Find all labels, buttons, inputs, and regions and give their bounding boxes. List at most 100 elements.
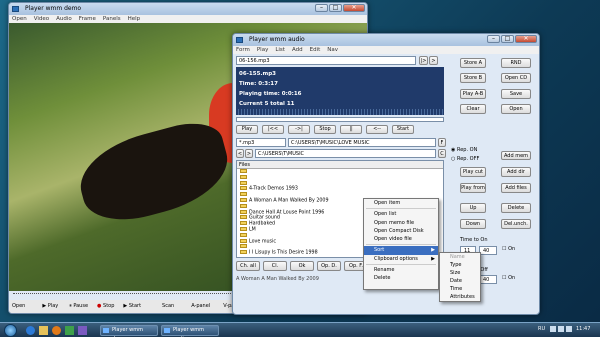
context-menu: Open item Open list Open memo file Open …: [363, 198, 439, 290]
filter-field[interactable]: *.mp3: [236, 138, 286, 147]
panel-button-up[interactable]: Up: [460, 203, 486, 213]
position-slider[interactable]: [236, 117, 444, 122]
add-mem-button[interactable]: Add mem: [501, 151, 531, 160]
close-button[interactable]: ✕: [515, 35, 537, 43]
menu-help[interactable]: Help: [128, 15, 141, 23]
menu-panels[interactable]: Panels: [103, 15, 121, 23]
panel-button-clear[interactable]: Clear: [460, 104, 486, 114]
open-button[interactable]: Open: [12, 300, 25, 313]
butterfly: [71, 114, 237, 232]
menu-video[interactable]: Video: [34, 15, 49, 23]
start-button[interactable]: ▶ Start: [123, 300, 141, 313]
panel-button-open[interactable]: Open: [501, 104, 531, 114]
panel-button-play-from[interactable]: Play from: [460, 183, 486, 193]
pause-button[interactable]: ||: [340, 125, 362, 134]
sort-time[interactable]: Time: [440, 285, 480, 293]
prev-track-button[interactable]: |<<: [262, 125, 284, 134]
dir-field[interactable]: C:\USERS\T\MUSIC: [255, 149, 436, 158]
minimize-button[interactable]: –: [315, 4, 328, 12]
rep-off-radio[interactable]: ○ Rep. OFF: [451, 156, 479, 162]
menu-edit[interactable]: Edit: [310, 46, 321, 54]
sort-type[interactable]: Type: [440, 261, 480, 269]
ctx-open-list[interactable]: Open list: [364, 210, 438, 218]
start-button[interactable]: Start: [392, 125, 414, 134]
menu-nav[interactable]: Nav: [327, 46, 338, 54]
maximize-button[interactable]: □: [329, 4, 342, 12]
time-off-minutes[interactable]: 40: [479, 275, 497, 284]
ctx-open-item[interactable]: Open item: [364, 199, 438, 207]
next-track-button[interactable]: ->|: [288, 125, 310, 134]
taskbar-player-demo[interactable]: Player wmm demo: [100, 325, 158, 337]
sort-attributes[interactable]: Attributes: [440, 293, 480, 301]
panel-button-add-dir[interactable]: Add dir: [501, 167, 531, 177]
volume-icon[interactable]: [558, 326, 564, 332]
nav-prev-button[interactable]: >: [429, 56, 438, 65]
menu-list[interactable]: List: [275, 46, 285, 54]
scan-button[interactable]: Scan: [162, 300, 174, 313]
time-on-minutes[interactable]: 40: [479, 246, 497, 255]
pause-button[interactable]: ⏸ Pause: [69, 300, 88, 313]
time-off-checkbox[interactable]: ☐ On: [502, 275, 515, 281]
sort-date[interactable]: Date: [440, 277, 480, 285]
play-button[interactable]: ▶ Play: [42, 300, 58, 313]
ctx-open-cd[interactable]: Open Compact Disk: [364, 227, 438, 235]
menu-open[interactable]: Open: [12, 15, 27, 23]
stop-button[interactable]: Stop: [314, 125, 336, 134]
menu-add[interactable]: Add: [292, 46, 303, 54]
f-button[interactable]: F: [438, 138, 446, 147]
ctx-delete[interactable]: Delete: [364, 274, 438, 282]
panel-button-down[interactable]: Down: [460, 219, 486, 229]
stop-button[interactable]: ● Stop: [97, 300, 114, 313]
start-orb[interactable]: [4, 324, 17, 337]
app-icon[interactable]: [78, 326, 87, 335]
clock[interactable]: 11:47: [576, 326, 590, 332]
panel-button-rnd[interactable]: RND: [501, 58, 531, 68]
panel-button-store-b[interactable]: Store B: [460, 73, 486, 83]
ctx-sort[interactable]: Sort ▶: [364, 246, 438, 255]
media-icon[interactable]: [52, 326, 61, 335]
menu-audio[interactable]: Audio: [56, 15, 72, 23]
time-on-checkbox[interactable]: ☐ On: [502, 246, 515, 252]
play-button[interactable]: Play: [236, 125, 258, 134]
clear-button[interactable]: Cl.: [263, 261, 287, 271]
menu-frame[interactable]: Frame: [79, 15, 96, 23]
menu-form[interactable]: Form: [236, 46, 250, 54]
folder-icon[interactable]: [39, 326, 48, 335]
a-panel-button[interactable]: A-panel: [191, 300, 210, 313]
open-dir-button[interactable]: Op. D.: [317, 261, 341, 271]
nav-next-button[interactable]: |>: [419, 56, 428, 65]
sort-name[interactable]: Name: [440, 253, 480, 261]
path-field[interactable]: C:\USERS\T\MUSIC\LOVE MUSIC: [288, 138, 436, 147]
minimize-button[interactable]: –: [487, 35, 500, 43]
panel-button-add-files[interactable]: Add files: [501, 183, 531, 193]
panel-button-play-cut[interactable]: Play cut: [460, 167, 486, 177]
panel-button-store-a[interactable]: Store A: [460, 58, 486, 68]
panel-button-delete[interactable]: Delete: [501, 203, 531, 213]
taskbar-player-audio[interactable]: Player wmm audio: [161, 325, 219, 337]
close-button[interactable]: ✕: [343, 4, 365, 12]
panel-button-del-unch-[interactable]: Del.unch.: [501, 219, 531, 229]
ok-button[interactable]: Ok: [290, 261, 314, 271]
file-name-field[interactable]: 06-156.mp3: [236, 56, 416, 65]
app-icon[interactable]: [65, 326, 74, 335]
sort-size[interactable]: Size: [440, 269, 480, 277]
back-dir-button[interactable]: <: [236, 149, 244, 158]
check-all-button[interactable]: Ch. all: [236, 261, 260, 271]
panel-button-open-cd[interactable]: Open CD: [501, 73, 531, 83]
back-button[interactable]: <--: [366, 125, 388, 134]
maximize-button[interactable]: □: [501, 35, 514, 43]
ie-icon[interactable]: [26, 326, 35, 335]
flag-icon[interactable]: [566, 326, 572, 332]
ctx-open-memo[interactable]: Open memo file: [364, 219, 438, 227]
menu-play[interactable]: Play: [257, 46, 268, 54]
language-indicator[interactable]: RU: [538, 326, 545, 332]
ctx-clipboard[interactable]: Clipboard options ▶: [364, 255, 438, 263]
c-button[interactable]: C: [438, 149, 446, 158]
ctx-rename[interactable]: Rename: [364, 266, 438, 274]
panel-button-save[interactable]: Save: [501, 89, 531, 99]
network-icon[interactable]: [550, 326, 556, 332]
forward-dir-button[interactable]: >: [245, 149, 253, 158]
rep-on-radio[interactable]: ◉ Rep. ON: [451, 147, 477, 153]
panel-button-play-a-b[interactable]: Play A-B: [460, 89, 486, 99]
ctx-open-video[interactable]: Open video file: [364, 235, 438, 243]
